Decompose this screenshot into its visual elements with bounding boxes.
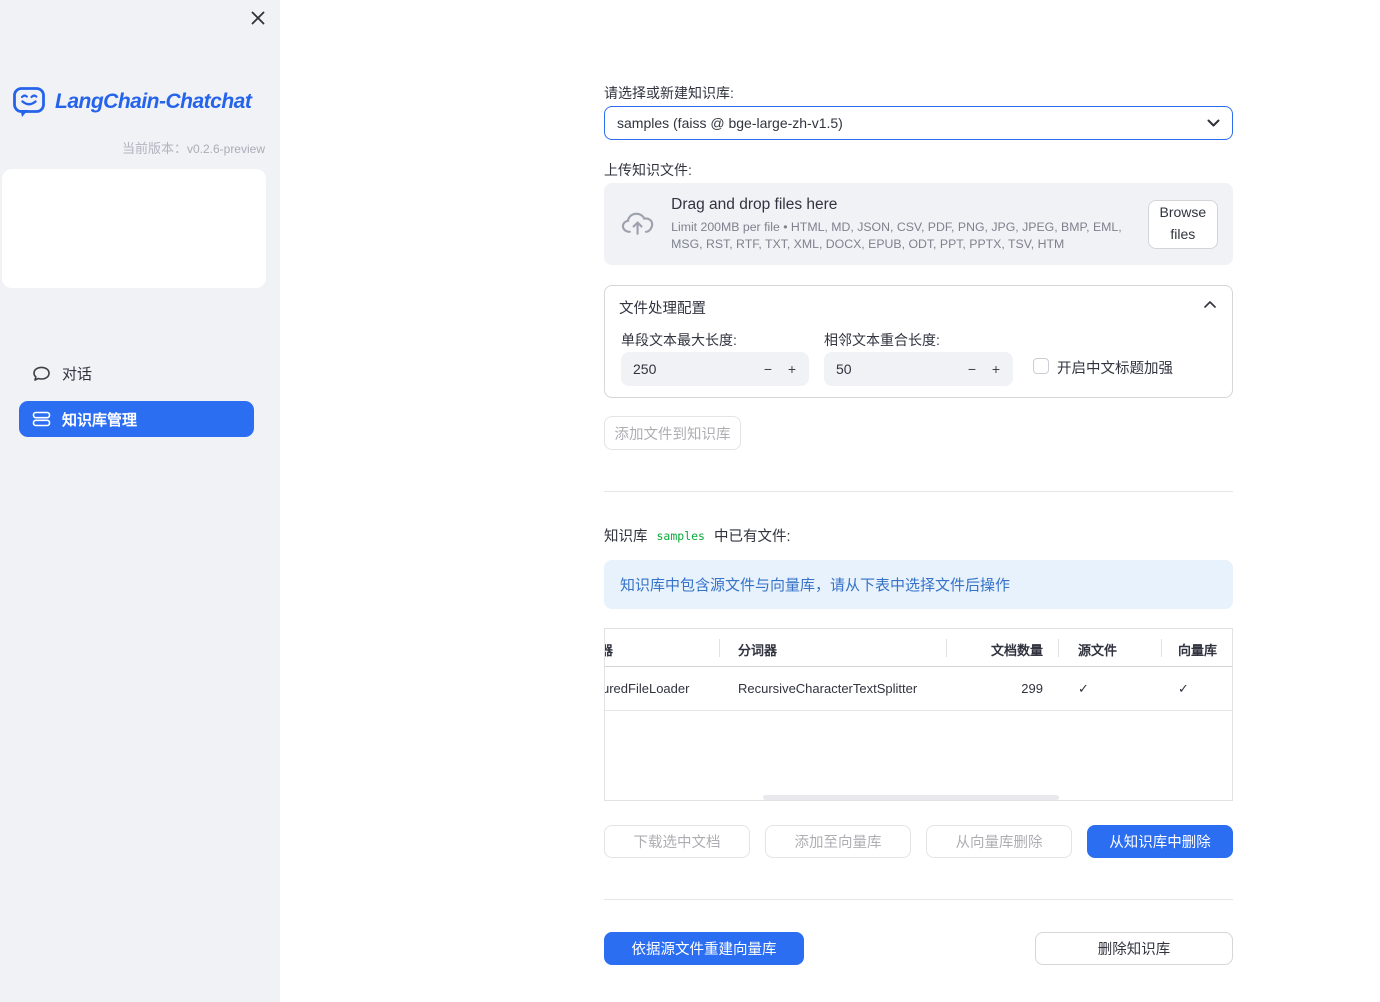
column-separator <box>946 639 947 657</box>
kb-select-value: samples (faiss @ bge-large-zh-v1.5) <box>617 115 843 131</box>
kb-existing-files-line: 知识库 samples 中已有文件: <box>604 525 791 545</box>
brand-logo-icon <box>13 87 45 117</box>
cell-doc-count: 299 <box>1021 681 1043 696</box>
chunk-overlap-increment-button[interactable]: + <box>987 352 1005 386</box>
column-header-doc-count: 文档数量 <box>990 643 1043 658</box>
column-separator <box>1161 639 1162 657</box>
table-header-row: 器 分词器 文档数量 源文件 向量库 <box>605 629 1232 667</box>
info-banner-text: 知识库中包含源文件与向量库，请从下表中选择文件后操作 <box>620 577 1011 594</box>
brand: LangChain-Chatchat <box>12 85 252 119</box>
file-config-title: 文件处理配置 <box>619 301 706 317</box>
column-header-vector-store: 向量库 <box>1178 643 1218 658</box>
info-banner: 知识库中包含源文件与向量库，请从下表中选择文件后操作 <box>604 560 1233 609</box>
version-info: 当前版本：v0.2.6-preview <box>122 138 265 158</box>
download-selected-docs-button[interactable]: 下载选中文档 <box>604 825 750 858</box>
dropzone-title: Drag and drop files here <box>671 196 838 214</box>
cell-vector-store-check: ✓ <box>1178 681 1189 696</box>
kb-select[interactable]: samples (faiss @ bge-large-zh-v1.5) <box>604 106 1233 140</box>
chunk-overlap-value: 50 <box>836 361 852 377</box>
dropzone-text: Drag and drop files here Limit 200MB per… <box>671 196 1132 252</box>
sidebar: LangChain-Chatchat 当前版本：v0.2.6-preview 对… <box>0 0 280 1002</box>
chat-bubble-icon <box>33 366 50 381</box>
zh-title-enhance-checkbox[interactable] <box>1033 358 1049 374</box>
sidebar-item-label: 知识库管理 <box>62 411 138 429</box>
chunk-overlap-input[interactable]: 50 − + <box>824 352 1013 386</box>
zh-title-enhance-label: 开启中文标题加强 <box>1057 361 1173 377</box>
sidebar-menu: 对话 知识库管理 <box>2 169 266 437</box>
column-header-source-file: 源文件 <box>1078 643 1118 658</box>
version-value: v0.2.6-preview <box>186 142 265 156</box>
delete-from-kb-button[interactable]: 从知识库中删除 <box>1087 825 1233 858</box>
upload-cloud-icon <box>621 212 654 235</box>
column-separator <box>1058 639 1059 657</box>
chevron-down-icon <box>1207 119 1220 127</box>
chunk-size-label: 单段文本最大长度: <box>621 332 737 348</box>
divider <box>604 491 1233 492</box>
kb-line-prefix: 知识库 <box>604 528 648 545</box>
chunk-size-increment-button[interactable]: + <box>783 352 801 386</box>
cell-loader: uredFileLoader <box>604 681 690 696</box>
kb-select-label: 请选择或新建知识库: <box>604 85 734 101</box>
version-label: 当前版本： <box>121 141 187 156</box>
uploader-label: 上传知识文件: <box>604 162 692 178</box>
browse-files-button[interactable]: Browse files <box>1147 199 1218 249</box>
dropzone-hint: Limit 200MB per file • HTML, MD, JSON, C… <box>671 220 1122 251</box>
brand-title: LangChain-Chatchat <box>55 90 252 113</box>
chunk-overlap-label: 相邻文本重合长度: <box>824 332 940 348</box>
column-header-loader: 器 <box>605 640 613 659</box>
divider <box>604 899 1233 900</box>
chunk-size-input[interactable]: 250 − + <box>621 352 809 386</box>
column-header-splitter: 分词器 <box>738 643 778 658</box>
add-to-vector-store-button[interactable]: 添加至向量库 <box>765 825 911 858</box>
chevron-up-icon[interactable] <box>1204 301 1216 308</box>
sidebar-item-dialogue[interactable]: 对话 <box>19 358 254 389</box>
kb-files-table[interactable]: 器 分词器 文档数量 源文件 向量库 uredFileLoader Recurs… <box>604 628 1233 801</box>
kb-line-suffix: 中已有文件: <box>713 528 791 545</box>
sidebar-close-button[interactable] <box>245 5 271 31</box>
file-dropzone[interactable]: Drag and drop files here Limit 200MB per… <box>604 183 1233 265</box>
sidebar-item-label: 对话 <box>62 366 93 383</box>
column-separator <box>719 639 720 657</box>
stacked-collection-icon <box>32 411 51 427</box>
sidebar-item-kb-management[interactable]: 知识库管理 <box>19 401 254 437</box>
file-config-expander: 文件处理配置 单段文本最大长度: 相邻文本重合长度: 250 − + 50 − … <box>604 285 1233 398</box>
delete-from-vector-store-button[interactable]: 从向量库删除 <box>926 825 1072 858</box>
table-horizontal-scrollbar[interactable] <box>763 795 1059 800</box>
table-row[interactable]: uredFileLoader RecursiveCharacterTextSpl… <box>605 667 1232 711</box>
chunk-size-value: 250 <box>633 361 657 377</box>
app-window: LangChain-Chatchat 当前版本：v0.2.6-preview 对… <box>0 0 1380 1002</box>
delete-kb-button[interactable]: 删除知识库 <box>1035 932 1233 965</box>
chunk-size-decrement-button[interactable]: − <box>759 352 777 386</box>
close-icon <box>251 11 265 25</box>
add-files-to-kb-button[interactable]: 添加文件到知识库 <box>604 416 741 450</box>
chunk-overlap-decrement-button[interactable]: − <box>963 352 981 386</box>
rebuild-vector-store-button[interactable]: 依据源文件重建向量库 <box>604 932 804 965</box>
cell-source-file-check: ✓ <box>1078 681 1089 696</box>
cell-splitter: RecursiveCharacterTextSplitter <box>738 681 918 696</box>
kb-name-code: samples <box>656 528 705 543</box>
